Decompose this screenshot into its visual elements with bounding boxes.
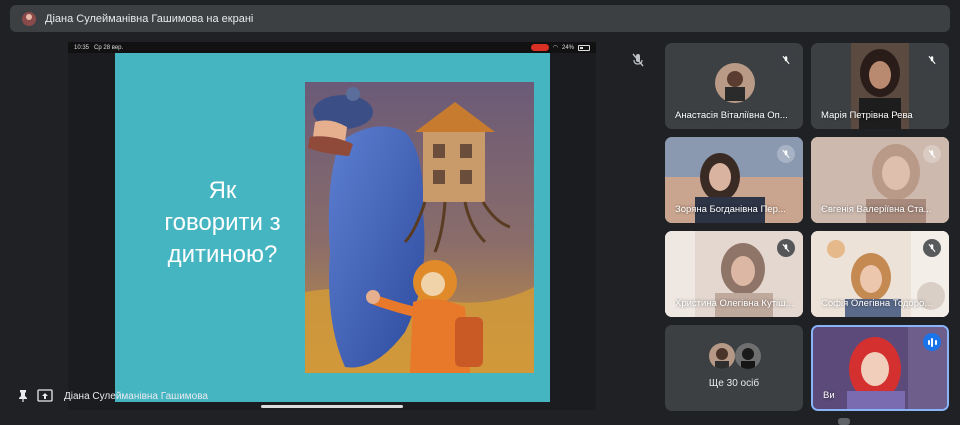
presentation-banner: Діана Сулейманівна Гашимова на екрані (10, 5, 950, 32)
more-participants-label: Ще 30 осіб (708, 378, 760, 389)
status-time: 10:35 (74, 44, 90, 51)
mic-muted-icon (923, 239, 941, 257)
more-participants-tile[interactable]: Ще 30 осіб (665, 325, 803, 411)
participant-tile[interactable]: Анастасія Віталіївна Оп... (665, 43, 803, 129)
mic-muted-icon (777, 239, 795, 257)
device-status-bar: 10:35 Ср 28 вер. ◠ 24% (68, 42, 596, 53)
slide-illustration (305, 82, 534, 373)
participant-name: Софія Олегівна Тодоро... (821, 298, 933, 309)
wifi-icon: ◠ (552, 45, 558, 51)
participant-name: Зоряна Богданівна Пер... (675, 204, 786, 215)
present-screen-icon[interactable] (37, 389, 53, 403)
presenter-avatar (22, 11, 36, 26)
mic-muted-icon (923, 145, 941, 163)
speaking-indicator-icon (923, 333, 941, 351)
status-battery: 24% (561, 44, 574, 51)
shared-screen[interactable]: 10:35 Ср 28 вер. ◠ 24% Як говорити з дит… (68, 42, 596, 410)
mic-muted-icon (923, 51, 941, 69)
self-name: Ви (823, 390, 835, 401)
pin-icon[interactable] (16, 389, 30, 403)
stage-mic-muted-icon (630, 52, 646, 68)
participant-name: Євгенія Валеріївна Ста... (821, 204, 932, 215)
participants-count-badge (838, 418, 850, 425)
slide: Як говорити з дитиною? (115, 53, 550, 402)
recording-indicator-icon (530, 44, 549, 51)
presenter-name: Діана Сулейманівна Гашимова (64, 391, 208, 402)
participant-tile[interactable]: Христина Олегівна Кутіш... (665, 231, 803, 317)
participant-name: Анастасія Віталіївна Оп... (675, 110, 788, 121)
battery-icon (578, 44, 590, 51)
participant-name: Христина Олегівна Кутіш... (675, 298, 794, 309)
participant-tile[interactable]: Зоряна Богданівна Пер... (665, 137, 803, 223)
participant-tile[interactable]: Марія Петрівна Рева (811, 43, 949, 129)
participant-tile[interactable]: Софія Олегівна Тодоро... (811, 231, 949, 317)
participant-tile[interactable]: Євгенія Валеріївна Ста... (811, 137, 949, 223)
self-view-tile[interactable]: Ви (811, 325, 949, 411)
mic-muted-icon (777, 51, 795, 69)
home-indicator (261, 405, 403, 408)
participant-avatar (735, 343, 761, 369)
mic-muted-icon (777, 145, 795, 163)
participant-name: Марія Петрівна Рева (821, 110, 913, 121)
status-date: Ср 28 вер. (94, 44, 124, 51)
slide-title: Як говорити з дитиною? (164, 177, 281, 268)
presentation-title: Діана Сулейманівна Гашимова на екрані (45, 12, 254, 25)
participant-avatar (709, 343, 735, 369)
